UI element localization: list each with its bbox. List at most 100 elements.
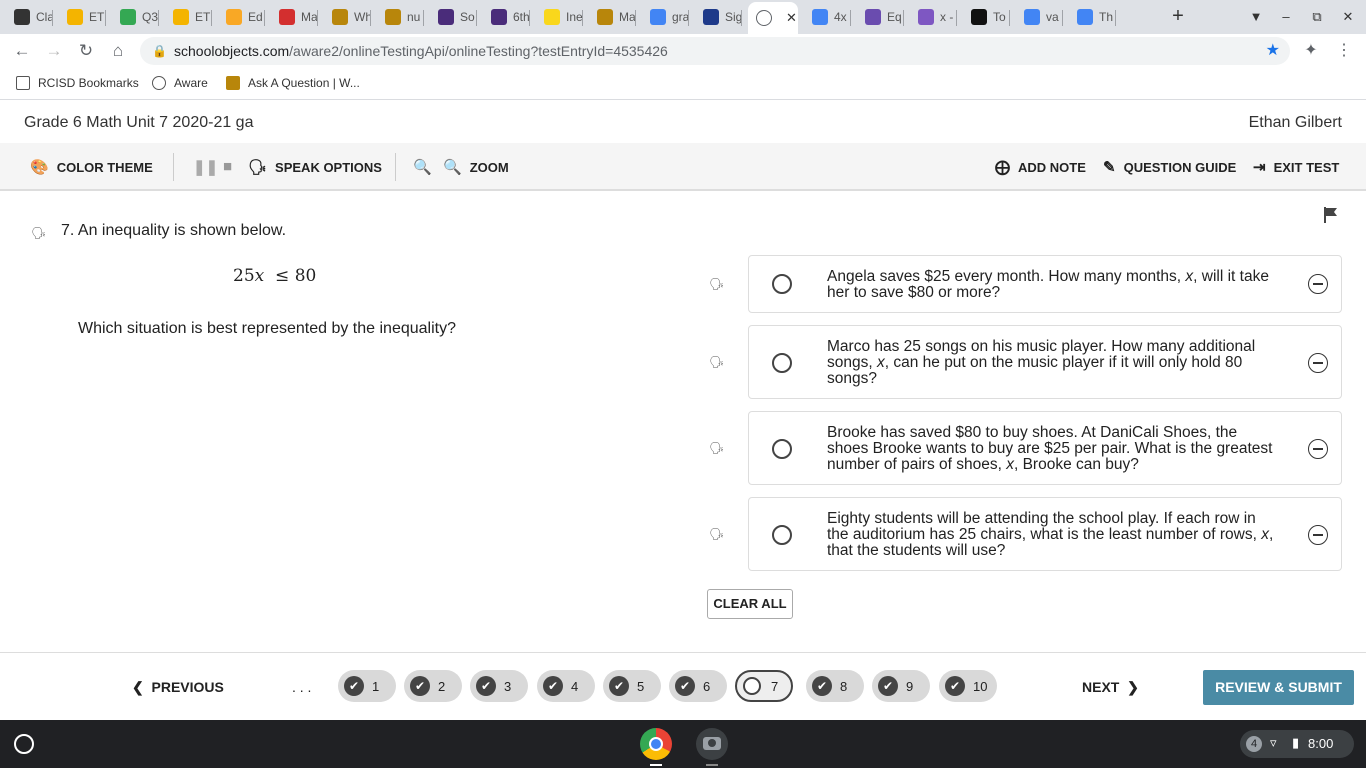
stop-button[interactable]: ■ <box>223 158 240 175</box>
browser-tab[interactable]: 6th <box>483 4 530 30</box>
slides-icon <box>67 9 83 25</box>
new-tab-icon[interactable]: + <box>1168 6 1188 26</box>
browser-tab[interactable]: x - <box>910 4 957 30</box>
add-note-button[interactable]: ⨁ ADD NOTE <box>995 158 1086 176</box>
forward-icon[interactable]: → <box>43 40 65 62</box>
close-tab-icon[interactable]: ✕ <box>786 10 797 26</box>
unanswered-circle-icon <box>743 677 761 695</box>
camera-icon[interactable] <box>696 728 728 760</box>
question-number-button[interactable]: ✔ 9 <box>872 670 930 702</box>
question-number-button[interactable]: ✔ 10 <box>939 670 997 702</box>
eliminate-choice-icon[interactable] <box>1308 525 1328 545</box>
clear-all-button[interactable]: CLEAR ALL <box>707 589 793 619</box>
radio-button[interactable] <box>772 353 792 373</box>
tab-search-icon[interactable]: ▼ <box>1245 6 1267 28</box>
browser-tab[interactable]: Eq <box>857 4 904 30</box>
question-number-button[interactable]: ✔ 3 <box>470 670 528 702</box>
answer-choice-d[interactable]: Eighty students will be attending the sc… <box>748 497 1342 571</box>
tab-title: So <box>460 10 475 24</box>
question-number-button[interactable]: ✔ 5 <box>603 670 661 702</box>
previous-button[interactable]: ❮ PREVIOUS <box>132 679 224 696</box>
zoom-out-button[interactable]: 🔍 <box>413 158 440 176</box>
speaker-icon[interactable]: 🗣 <box>709 277 735 295</box>
browser-tab[interactable]: Wh <box>324 4 371 30</box>
zoom-in-button[interactable]: 🔍 ZOOM <box>443 158 509 176</box>
tab-separator <box>105 10 106 26</box>
more-questions-ellipsis[interactable]: . . . <box>292 679 311 695</box>
home-icon[interactable]: ⌂ <box>107 40 129 62</box>
address-bar[interactable]: 🔒 schoolobjects.com/aware2/onlineTesting… <box>140 37 1290 65</box>
color-theme-button[interactable]: 🎨 COLOR THEME <box>30 158 153 176</box>
question-number-button[interactable]: ✔ 2 <box>404 670 462 702</box>
browser-tab[interactable]: Ma <box>271 4 318 30</box>
browser-tab[interactable]: To <box>963 4 1010 30</box>
question-number: 9 <box>906 679 914 694</box>
radio-button[interactable] <box>772 525 792 545</box>
browser-tab[interactable]: gra <box>642 4 689 30</box>
answer-choice-c[interactable]: Brooke has saved $80 to buy shoes. At Da… <box>748 411 1342 485</box>
browser-tab[interactable]: Sig <box>695 4 742 30</box>
restore-icon[interactable]: ⧉ <box>1306 6 1328 28</box>
launcher-icon[interactable] <box>14 734 34 754</box>
pause-button[interactable]: ❚❚ <box>193 158 226 176</box>
question-number-button[interactable]: ✔ 1 <box>338 670 396 702</box>
bookmark-ask-a-question[interactable]: Ask A Question | W... <box>226 76 360 90</box>
browser-tab[interactable]: ET <box>165 4 212 30</box>
answered-check-icon: ✔ <box>476 676 496 696</box>
choice-text: Eighty students will be attending the sc… <box>827 510 1274 559</box>
browser-tab[interactable]: Cla <box>6 4 53 30</box>
browser-tab[interactable]: Th <box>1069 4 1116 30</box>
eliminate-choice-icon[interactable] <box>1308 353 1328 373</box>
browser-tab[interactable]: So <box>430 4 477 30</box>
reload-icon[interactable]: ↻ <box>75 40 97 62</box>
chrome-icon[interactable] <box>640 728 672 760</box>
answer-choice-a[interactable]: Angela saves $25 every month. How many m… <box>748 255 1342 313</box>
speak-options-button[interactable]: 🗣 SPEAK OPTIONS <box>248 158 382 176</box>
menu-kebab-icon[interactable]: ⋮ <box>1334 41 1354 61</box>
review-submit-button[interactable]: REVIEW & SUBMIT <box>1203 670 1354 705</box>
question-number-button[interactable]: ✔ 4 <box>537 670 595 702</box>
browser-tab[interactable]: Ine <box>536 4 583 30</box>
speaker-icon[interactable]: 🗣 <box>709 527 735 545</box>
browser-tab[interactable]: 4x <box>804 4 851 30</box>
close-window-icon[interactable]: ✕ <box>1337 6 1359 28</box>
radio-button[interactable] <box>772 274 792 294</box>
status-tray[interactable]: 4 ▿ ▮ 8:00 <box>1240 730 1354 758</box>
answer-choice-b[interactable]: Marco has 25 songs on his music player. … <box>748 325 1342 399</box>
question-number: 8 <box>840 679 848 694</box>
browser-tab[interactable]: ET <box>59 4 106 30</box>
speaker-icon[interactable]: 🗣 <box>709 355 735 373</box>
bookmarks-bar: RCISD Bookmarks Aware Ask A Question | W… <box>0 68 1366 100</box>
question-guide-button[interactable]: ✎ QUESTION GUIDE <box>1103 158 1236 176</box>
tab-separator <box>158 10 159 26</box>
divider <box>173 153 174 181</box>
question-number-button[interactable]: ✔ 6 <box>669 670 727 702</box>
browser-tab[interactable]: va <box>1016 4 1063 30</box>
bookmark-folder-rcisd[interactable]: RCISD Bookmarks <box>16 76 139 90</box>
back-icon[interactable]: ← <box>11 40 33 62</box>
speaker-icon[interactable]: 🗣 <box>709 441 735 459</box>
question-number-button[interactable]: 7 <box>735 670 793 702</box>
tab-title: Cla <box>36 10 53 24</box>
minimize-icon[interactable]: – <box>1275 6 1297 28</box>
radio-button[interactable] <box>772 439 792 459</box>
browser-tab[interactable]: Ed <box>218 4 265 30</box>
palette-icon: 🎨 <box>30 159 49 176</box>
browser-tab[interactable]: ✕ <box>748 2 798 34</box>
bookmark-star-icon[interactable]: ★ <box>1266 37 1280 65</box>
extensions-puzzle-icon[interactable]: ✦ <box>1301 41 1321 61</box>
eliminate-choice-icon[interactable] <box>1308 439 1328 459</box>
flag-icon[interactable] <box>1322 206 1340 224</box>
question-number-button[interactable]: ✔ 8 <box>806 670 864 702</box>
bookmark-aware[interactable]: Aware <box>152 76 208 90</box>
question-number: 1 <box>372 679 380 694</box>
next-button[interactable]: NEXT ❯ <box>1082 679 1139 696</box>
browser-tab[interactable]: nu <box>377 4 424 30</box>
browser-tab[interactable]: Ma <box>589 4 636 30</box>
zoom-out-icon: 🔍 <box>413 159 432 176</box>
eliminate-choice-icon[interactable] <box>1308 274 1328 294</box>
speaker-icon[interactable]: 🗣 <box>31 226 57 244</box>
question-number: 5 <box>637 679 645 694</box>
exit-test-button[interactable]: ⇥ EXIT TEST <box>1253 158 1339 176</box>
browser-tab[interactable]: Q3 <box>112 4 159 30</box>
